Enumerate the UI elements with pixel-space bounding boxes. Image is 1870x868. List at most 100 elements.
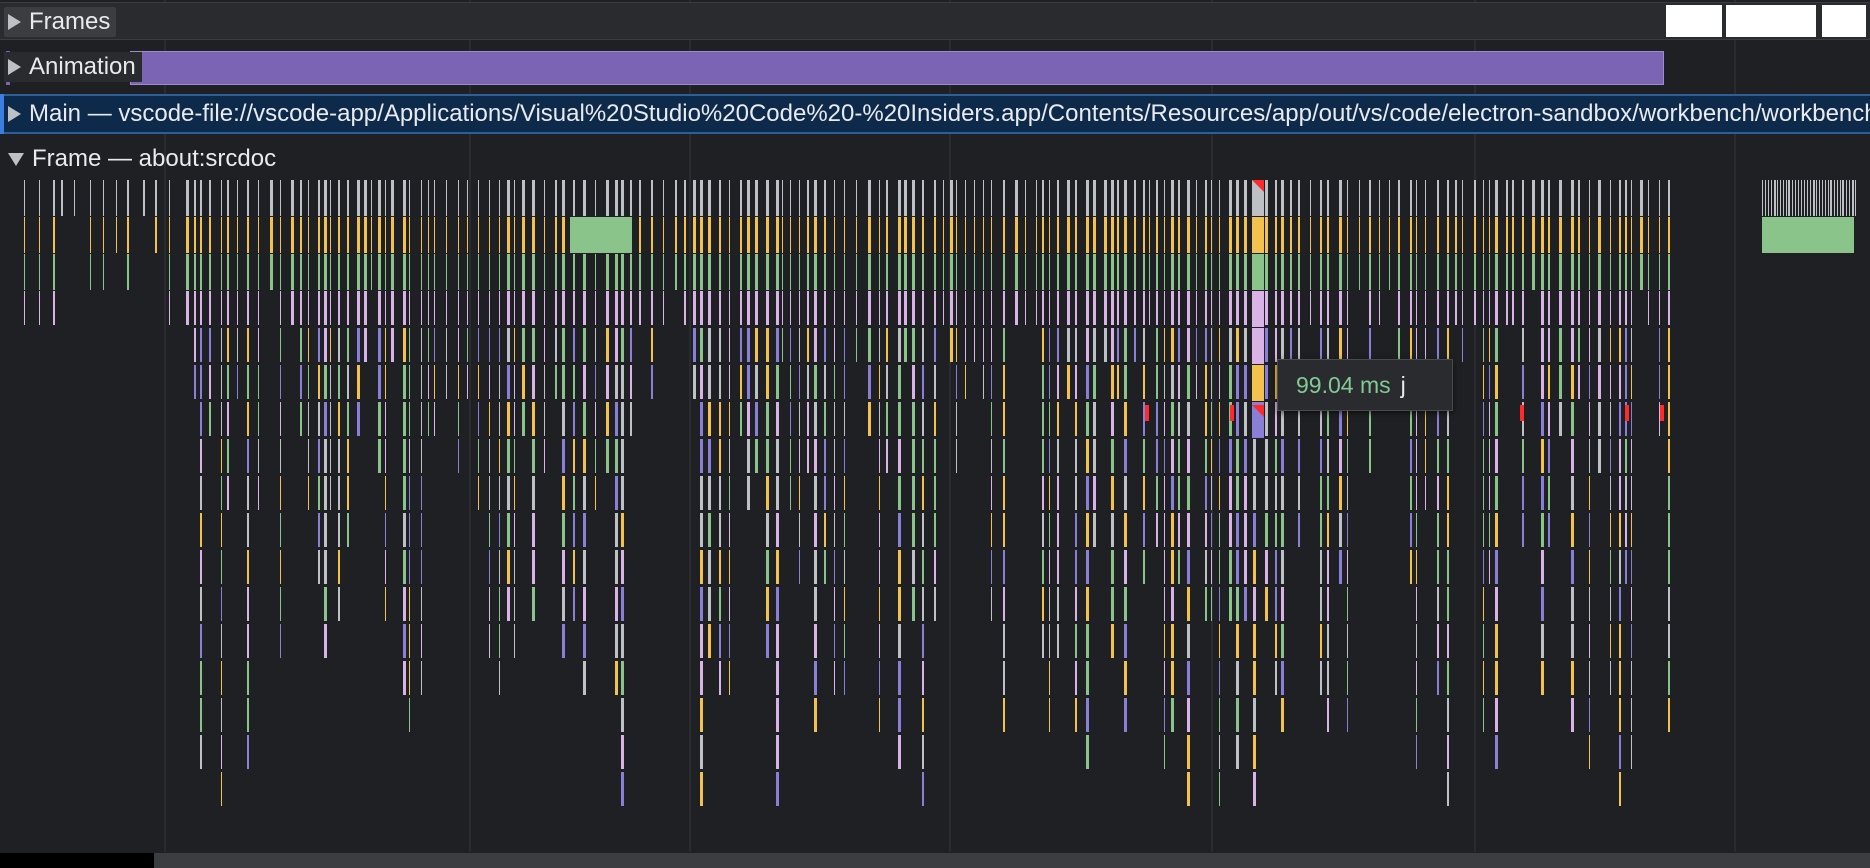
flame-entry[interactable]: [1437, 550, 1439, 584]
flame-entry[interactable]: [700, 772, 703, 806]
flame-entry[interactable]: [1086, 550, 1089, 584]
flame-entry[interactable]: [1489, 550, 1490, 584]
flame-entry[interactable]: [1522, 254, 1524, 290]
flame-entry[interactable]: [1075, 624, 1077, 658]
flame-entry[interactable]: [227, 439, 229, 473]
flame-entry[interactable]: [446, 328, 447, 362]
flame-entry[interactable]: [1171, 328, 1174, 362]
flame-entry[interactable]: [385, 365, 386, 399]
flame-entry[interactable]: [1625, 217, 1627, 253]
flame-entry[interactable]: [489, 402, 490, 436]
flame-entry[interactable]: [347, 439, 349, 473]
flame-entry[interactable]: [606, 291, 609, 325]
flame-entry[interactable]: [776, 180, 779, 216]
flame-entry[interactable]: [1474, 180, 1476, 216]
flame-entry[interactable]: [904, 328, 907, 362]
flame-entry[interactable]: [555, 217, 557, 253]
flame-entry[interactable]: [1320, 550, 1322, 584]
flame-entry[interactable]: [1164, 661, 1165, 695]
flame-entry[interactable]: [1042, 513, 1044, 547]
flame-entry[interactable]: [1398, 328, 1400, 362]
flame-entry[interactable]: [776, 661, 779, 695]
flame-entry[interactable]: [755, 217, 758, 253]
flame-entry[interactable]: [1229, 254, 1232, 290]
flame-entry[interactable]: [522, 291, 525, 325]
flame-entry[interactable]: [1462, 328, 1463, 362]
flame-entry[interactable]: [1057, 365, 1059, 399]
flame-entry[interactable]: [200, 328, 202, 362]
flame-entry[interactable]: [434, 254, 435, 290]
flame-entry[interactable]: [1771, 180, 1772, 216]
flame-entry[interactable]: [898, 439, 901, 473]
flame-entry[interactable]: [421, 587, 422, 621]
flame-entry[interactable]: [1437, 476, 1439, 510]
flame-entry[interactable]: [280, 217, 281, 253]
flame-entry[interactable]: [364, 180, 367, 216]
flame-entry[interactable]: [974, 254, 975, 290]
flame-entry[interactable]: [1171, 254, 1174, 290]
flame-entry[interactable]: [237, 254, 238, 290]
flame-entry[interactable]: [458, 365, 459, 399]
flame-entry[interactable]: [1347, 476, 1348, 510]
flame-entry[interactable]: [708, 365, 711, 399]
flame-entry[interactable]: [1164, 291, 1165, 325]
flame-entry[interactable]: [1455, 291, 1457, 325]
flame-entry[interactable]: [291, 254, 294, 290]
flame-entry[interactable]: [428, 328, 429, 362]
flame-entry[interactable]: [799, 180, 800, 216]
flame-entry[interactable]: [1253, 439, 1256, 473]
flame-entry[interactable]: [606, 254, 609, 290]
flame-entry[interactable]: [1610, 217, 1611, 253]
flame-entry[interactable]: [1648, 254, 1649, 290]
flame-entry[interactable]: [1075, 365, 1077, 399]
flame-entry[interactable]: [755, 180, 758, 216]
flame-entry[interactable]: [1171, 476, 1174, 510]
flame-entry[interactable]: [1398, 291, 1400, 325]
flame-entry[interactable]: [1640, 254, 1643, 290]
long-task[interactable]: [1252, 254, 1264, 290]
flame-entry[interactable]: [1111, 476, 1114, 510]
flame-entry[interactable]: [844, 550, 845, 584]
flame-entry[interactable]: [1164, 217, 1165, 253]
flame-entry[interactable]: [434, 291, 435, 325]
flame-entry[interactable]: [879, 291, 880, 325]
flame-entry[interactable]: [324, 402, 327, 436]
flame-entry[interactable]: [514, 476, 515, 510]
flame-entry[interactable]: [1659, 254, 1660, 290]
flame-entry[interactable]: [1211, 439, 1212, 473]
flame-entry[interactable]: [1093, 217, 1096, 253]
flame-entry[interactable]: [1187, 661, 1190, 695]
flame-entry[interactable]: [922, 254, 924, 290]
flame-entry[interactable]: [700, 698, 703, 732]
flame-entry[interactable]: [200, 661, 202, 695]
frames-track-header[interactable]: Frames: [4, 7, 117, 37]
flame-entry[interactable]: [1275, 624, 1277, 658]
flame-entry[interactable]: [1057, 180, 1059, 216]
flame-entry[interactable]: [1219, 217, 1220, 253]
flame-entry[interactable]: [514, 402, 515, 436]
flame-entry[interactable]: [621, 698, 624, 732]
flame-entry[interactable]: [1578, 291, 1580, 325]
flame-entry[interactable]: [1042, 291, 1044, 325]
flame-entry[interactable]: [1788, 180, 1789, 216]
flame-entry[interactable]: [776, 550, 779, 584]
flame-entry[interactable]: [747, 402, 750, 436]
flame-entry[interactable]: [280, 624, 281, 658]
flame-entry[interactable]: [583, 513, 586, 547]
flame-entry[interactable]: [856, 180, 857, 216]
flame-entry[interactable]: [1281, 661, 1284, 695]
flame-entry[interactable]: [1049, 587, 1050, 621]
flame-entry[interactable]: [651, 365, 653, 399]
flame-entry[interactable]: [991, 291, 992, 325]
flame-entry[interactable]: [499, 291, 500, 325]
flame-entry[interactable]: [1548, 254, 1550, 290]
flame-entry[interactable]: [1205, 217, 1207, 253]
flame-entry[interactable]: [1156, 254, 1158, 290]
flame-entry[interactable]: [357, 180, 360, 216]
flame-entry[interactable]: [583, 402, 586, 436]
flame-entry[interactable]: [595, 402, 596, 436]
flame-entry[interactable]: [562, 439, 565, 473]
flame-entry[interactable]: [1281, 476, 1284, 510]
flame-entry[interactable]: [912, 254, 915, 290]
flame-entry[interactable]: [1156, 513, 1158, 547]
